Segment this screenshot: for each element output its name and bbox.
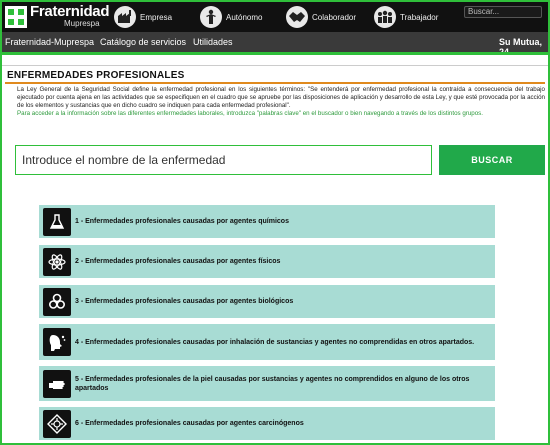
flask-icon xyxy=(43,207,71,236)
hand-icon xyxy=(43,369,71,398)
main-nav: Fraternidad-Muprespa Catálogo de servici… xyxy=(2,32,548,57)
factory-icon xyxy=(114,6,136,28)
category-item[interactable]: 3 - Enfermedades profesionales causadas … xyxy=(39,285,495,318)
brand-name[interactable]: Fraternidad xyxy=(30,3,110,20)
role-label: Autónomo xyxy=(226,12,263,22)
category-item[interactable]: 6 - Enfermedades profesionales causadas … xyxy=(39,407,495,440)
disease-search-input[interactable]: Introduce el nombre de la enfermedad xyxy=(15,145,432,175)
category-label: 5 - Enfermedades profesionales de la pie… xyxy=(75,375,470,392)
category-label: 2 - Enfermedades profesionales causadas … xyxy=(75,258,281,265)
worker-icon xyxy=(200,6,222,28)
nav-item-fraternidad[interactable]: Fraternidad-Muprespa xyxy=(5,37,94,47)
role-label: Trabajador xyxy=(400,12,439,22)
role-empresa[interactable]: Empresa xyxy=(114,5,172,29)
carcinogen-icon xyxy=(43,409,71,438)
category-label: 1 - Enfermedades profesionales causadas … xyxy=(75,218,289,225)
page-title: ENFERMEDADES PROFESIONALES xyxy=(7,70,185,81)
category-label: 6 - Enfermedades profesionales causadas … xyxy=(75,420,304,427)
intro-hint: Para acceder a la información sobre las … xyxy=(17,110,483,117)
category-label: 3 - Enfermedades profesionales causadas … xyxy=(75,298,294,305)
biohazard-icon xyxy=(43,287,71,316)
title-divider xyxy=(5,82,545,84)
role-label: Colaborador xyxy=(312,12,357,22)
nav-item-utilidades[interactable]: Utilidades xyxy=(193,37,233,47)
nav-item-catalogo[interactable]: Catálogo de servicios xyxy=(100,37,186,47)
category-item[interactable]: 5 - Enfermedades profesionales de la pie… xyxy=(39,366,495,401)
intro-text: La Ley General de la Seguridad Social de… xyxy=(17,86,545,109)
category-item[interactable]: 2 - Enfermedades profesionales causadas … xyxy=(39,245,495,278)
role-colaborador[interactable]: Colaborador xyxy=(286,5,356,29)
role-trabajador[interactable]: Trabajador xyxy=(374,5,438,29)
inhalation-icon xyxy=(43,328,71,356)
group-icon xyxy=(374,6,396,28)
role-label: Empresa xyxy=(140,12,173,22)
atom-icon xyxy=(43,247,71,276)
brand-subtitle: Muprespa xyxy=(64,19,100,28)
logo-icon xyxy=(5,6,27,28)
page-frame: Fraternidad Muprespa Empresa Autónomo Co… xyxy=(2,2,548,443)
role-autonomo[interactable]: Autónomo xyxy=(200,5,262,29)
category-item[interactable]: 4 - Enfermedades profesionales causadas … xyxy=(39,324,495,360)
top-header: Fraternidad Muprespa Empresa Autónomo Co… xyxy=(2,2,548,32)
header-search-input[interactable]: Buscar... xyxy=(464,6,542,18)
category-item[interactable]: 1 - Enfermedades profesionales causadas … xyxy=(39,205,495,238)
handshake-icon xyxy=(286,6,308,28)
nav-accent-line xyxy=(2,52,548,55)
search-button[interactable]: BUSCAR xyxy=(439,145,545,175)
category-label: 4 - Enfermedades profesionales causadas … xyxy=(75,338,475,346)
